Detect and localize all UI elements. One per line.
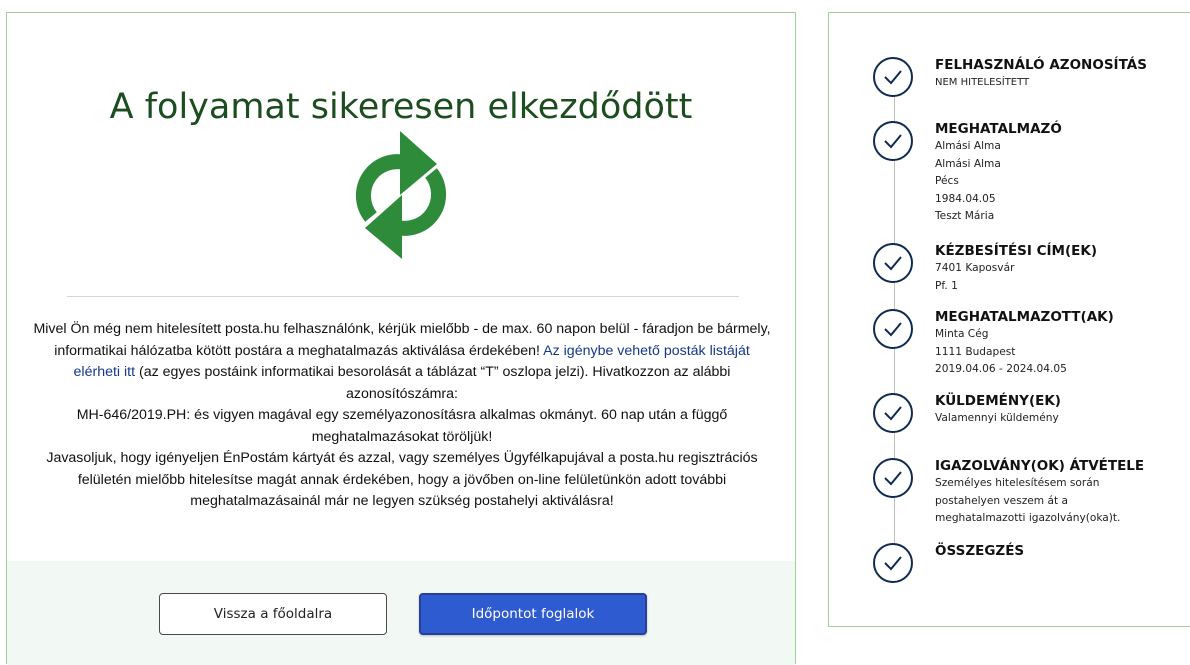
result-card: A folyamat sikeresen elkezdődött Mivel Ö… bbox=[6, 12, 796, 665]
divider bbox=[67, 296, 739, 297]
step-title: ÖSSZEGZÉS bbox=[935, 543, 1025, 559]
step-detail: Almási Alma bbox=[935, 157, 1001, 170]
step-title: FELHASZNÁLÓ AZONOSÍTÁS bbox=[935, 57, 1147, 73]
check-circle-icon bbox=[873, 121, 913, 161]
message-reference: MH-646/2019.PH: és vigyen magával egy sz… bbox=[76, 407, 728, 445]
step-detail: Személyes hitelesítésem során bbox=[935, 477, 1100, 489]
step-title: MEGHATALMAZÓ bbox=[935, 121, 1062, 137]
step-detail: 7401 Kaposvár bbox=[935, 262, 1015, 274]
step-title: IGAZOLVÁNY(OK) ÁTVÉTELE bbox=[935, 458, 1145, 474]
refresh-sync-icon bbox=[355, 131, 447, 259]
info-message: Mivel Ön még nem hitelesített posta.hu f… bbox=[31, 319, 773, 513]
message-recommendation: Javasoljuk, hogy igényeljen ÉnPostám kár… bbox=[46, 450, 758, 509]
step-detail: 1111 Budapest bbox=[935, 345, 1016, 358]
check-circle-icon bbox=[873, 57, 913, 97]
check-circle-icon bbox=[873, 309, 913, 349]
step-detail: Teszt Mária bbox=[935, 210, 995, 222]
page-title: A folyamat sikeresen elkezdődött bbox=[109, 87, 693, 127]
step-title: MEGHATALMAZOTT(AK) bbox=[935, 309, 1114, 325]
step-title: KÉZBESÍTÉSI CÍM(EK) bbox=[935, 243, 1097, 259]
step-detail: 2019.04.06 - 2024.04.05 bbox=[935, 363, 1067, 375]
step-detail: Almási Alma bbox=[935, 140, 1001, 152]
back-to-home-button[interactable]: Vissza a főoldalra bbox=[159, 593, 387, 635]
book-appointment-button[interactable]: Időpontot foglalok bbox=[419, 593, 647, 635]
step-detail: postahelyen veszem át a bbox=[935, 494, 1068, 507]
check-circle-icon bbox=[873, 243, 913, 283]
step-detail: NEM HITELESÍTETT bbox=[935, 77, 1030, 88]
check-circle-icon bbox=[873, 543, 913, 583]
check-circle-icon bbox=[873, 458, 913, 498]
step-detail: Minta Cég bbox=[935, 328, 989, 340]
step-detail: 1984.04.05 bbox=[935, 192, 996, 205]
step-title: KÜLDEMÉNY(EK) bbox=[935, 393, 1061, 409]
check-circle-icon bbox=[873, 393, 913, 433]
step-detail: Pf. 1 bbox=[935, 279, 958, 292]
progress-summary-panel: FELHASZNÁLÓ AZONOSÍTÁS NEM HITELESÍTETT … bbox=[828, 12, 1190, 627]
button-area bbox=[7, 561, 795, 665]
step-detail: Valamennyi küldemény bbox=[935, 412, 1059, 424]
step-detail: meghatalmazotti igazolvány(oka)t. bbox=[935, 512, 1121, 524]
message-text-2: (az egyes postáink informatikai besorolá… bbox=[135, 364, 731, 402]
step-detail: Pécs bbox=[935, 175, 959, 187]
